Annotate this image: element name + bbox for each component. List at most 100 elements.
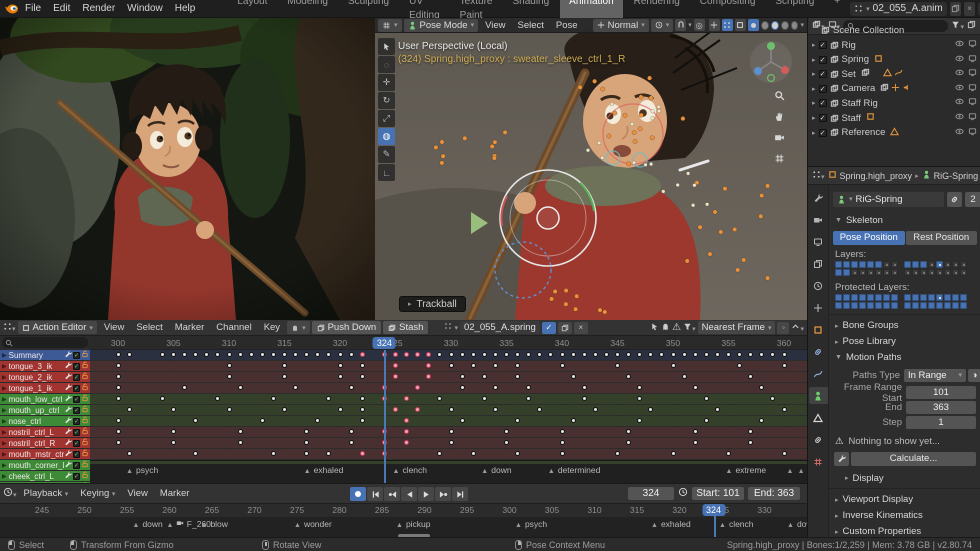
properties-tab-bone-constraint[interactable] (809, 431, 828, 448)
mode-dropdown[interactable]: Pose Mode ▾ (403, 18, 479, 32)
disable-viewport-icon[interactable] (968, 83, 977, 95)
collection-checkbox[interactable]: ✓ (818, 84, 827, 93)
timeline-menu-playback[interactable]: Playback ▾ (19, 488, 74, 499)
hide-eye-icon[interactable] (955, 39, 964, 51)
properties-tab-object-data[interactable] (808, 387, 828, 404)
modifier-wrench-icon[interactable] (64, 372, 72, 382)
shading-dropdown[interactable]: ▾ (800, 21, 804, 29)
layer-cell[interactable] (875, 269, 882, 276)
layer-cell[interactable] (891, 269, 898, 276)
easing-dropdown[interactable]: ▾ (791, 322, 804, 334)
library-link-button[interactable] (947, 191, 962, 207)
transform-orientation-dropdown[interactable]: Normal ▾ (592, 18, 649, 32)
next-keyframe-button[interactable] (435, 487, 451, 501)
menu-file[interactable]: File (19, 3, 47, 14)
channel-lock-icon[interactable] (81, 383, 89, 393)
field-frame-range-start[interactable]: 101 (906, 386, 976, 399)
disable-viewport-icon[interactable] (968, 112, 977, 124)
channel-enable-checkbox[interactable]: ✓ (73, 417, 80, 425)
modifier-wrench-icon[interactable] (64, 449, 72, 459)
paths-type-dropdown[interactable]: In Range ▾ (904, 369, 966, 382)
layer-cell[interactable] (851, 269, 858, 276)
protected-layer-cell[interactable] (859, 302, 866, 309)
layer-cell[interactable] (952, 261, 959, 268)
outliner-row-rig[interactable]: ▸ ✓ Rig (808, 38, 980, 52)
tool-move[interactable]: ✛ (378, 74, 395, 91)
properties-tab-object[interactable] (809, 321, 828, 338)
marker-down[interactable]: ▲down (787, 519, 807, 529)
modifier-wrench-icon[interactable] (64, 460, 72, 470)
marker-determined[interactable]: ▲ determined (548, 465, 600, 475)
marker-blow[interactable]: ▲ blow (201, 519, 228, 529)
protected-layer-cell[interactable] (867, 294, 874, 301)
disable-viewport-icon[interactable] (968, 68, 977, 80)
layer-cell[interactable] (843, 269, 850, 276)
calculate-button[interactable]: Calculate... (851, 451, 976, 466)
only-selected-toggle[interactable] (650, 322, 659, 334)
properties-tab-world[interactable] (809, 299, 828, 316)
dopesheet-menu-key[interactable]: Key (259, 322, 285, 333)
channel-enable-checkbox[interactable]: ✓ (73, 395, 80, 403)
channel-enable-checkbox[interactable]: ✓ (73, 450, 80, 458)
outliner-row-set[interactable]: ▸ ✓ Set (808, 67, 980, 81)
outliner-row-staff-rig[interactable]: ▸ ✓ Staff Rig (808, 96, 980, 110)
channel-lock-icon[interactable] (81, 405, 89, 415)
keyframe-row[interactable] (90, 449, 807, 459)
timeline-current-frame-badge[interactable]: 324 (701, 504, 726, 516)
protected-layer-cell[interactable] (843, 294, 850, 301)
marker-clench[interactable]: ▲ clench (393, 465, 428, 475)
proportional-toggle[interactable]: ◦ (777, 321, 790, 334)
marker-unnamed[interactable]: ▲ (798, 465, 807, 475)
proportional-editing-dropdown[interactable]: ◎ (693, 19, 705, 31)
subpanel-display[interactable]: ▸ Display (829, 471, 980, 485)
protected-layer-cell[interactable] (952, 302, 959, 309)
hide-eye-icon[interactable] (955, 68, 964, 80)
channel-tongue_1_ik[interactable]: ▶ tongue_1_ik ✓ (0, 383, 90, 393)
channel-nostril_ctrl_l[interactable]: ▶ nostril_ctrl_L ✓ (0, 427, 90, 437)
modifier-wrench-icon[interactable] (64, 438, 72, 448)
layer-cell[interactable] (891, 261, 898, 268)
layer-cell[interactable] (944, 269, 951, 276)
channel-lock-icon[interactable] (81, 471, 89, 481)
layer-cell[interactable] (904, 269, 911, 276)
expand-icon[interactable]: ▸ (812, 70, 816, 78)
marker-clench[interactable]: ▲ clench (719, 519, 754, 529)
collection-checkbox[interactable]: ✓ (818, 55, 827, 64)
protected-layer-cell[interactable] (952, 294, 959, 301)
channel-search-input[interactable] (2, 337, 88, 348)
dopesheet-ruler[interactable]: 300305310315320325330335340345350355360 (90, 336, 807, 350)
protected-layer-cell[interactable] (891, 302, 898, 309)
action-name-field[interactable]: 02_055_A.spring (459, 321, 540, 334)
properties-tab-render[interactable] (809, 211, 828, 228)
keyframe-row[interactable] (90, 438, 807, 448)
properties-tab-physics[interactable] (809, 365, 828, 382)
protected-layer-cell[interactable] (883, 294, 890, 301)
tool-measure[interactable]: ∟ (378, 164, 395, 181)
calculate-icon-button[interactable] (834, 451, 849, 466)
expand-icon[interactable]: ▸ (812, 85, 816, 93)
channel-tongue_2_ik[interactable]: ▶ tongue_2_ik ✓ (0, 372, 90, 382)
tool-select-box[interactable] (378, 38, 395, 55)
protected-layer-cell[interactable] (944, 294, 951, 301)
perspective-toggle-icon[interactable] (774, 153, 785, 167)
disable-viewport-icon[interactable] (968, 97, 977, 109)
layer-cell[interactable] (928, 269, 935, 276)
blender-logo-icon[interactable] (4, 2, 19, 16)
modifier-wrench-icon[interactable] (64, 416, 72, 426)
modifier-wrench-icon[interactable] (64, 427, 72, 437)
dopesheet-menu-view[interactable]: View (99, 322, 129, 333)
protected-layer-cell[interactable] (912, 302, 919, 309)
keyframe-row[interactable] (90, 372, 807, 382)
channel-lock-icon[interactable] (81, 427, 89, 437)
layer-cell[interactable] (867, 269, 874, 276)
panel-motion-paths[interactable]: ▼ Motion Paths (829, 350, 980, 365)
layer-cell[interactable] (835, 269, 842, 276)
keyframe-row[interactable] (90, 427, 807, 437)
channel-enable-checkbox[interactable]: ✓ (73, 406, 80, 414)
viewport-menu-pose[interactable]: Pose (551, 20, 583, 31)
channel-lock-icon[interactable] (81, 460, 89, 470)
viewport-scene[interactable] (375, 18, 807, 320)
channel-mouth_up_ctrl[interactable]: ▶ mouth_up_ctrl ✓ (0, 405, 90, 415)
protected-layer-cell[interactable] (835, 302, 842, 309)
channel-cheek_ctrl_l[interactable]: ▶ cheek_ctrl_L ✓ (0, 471, 90, 481)
